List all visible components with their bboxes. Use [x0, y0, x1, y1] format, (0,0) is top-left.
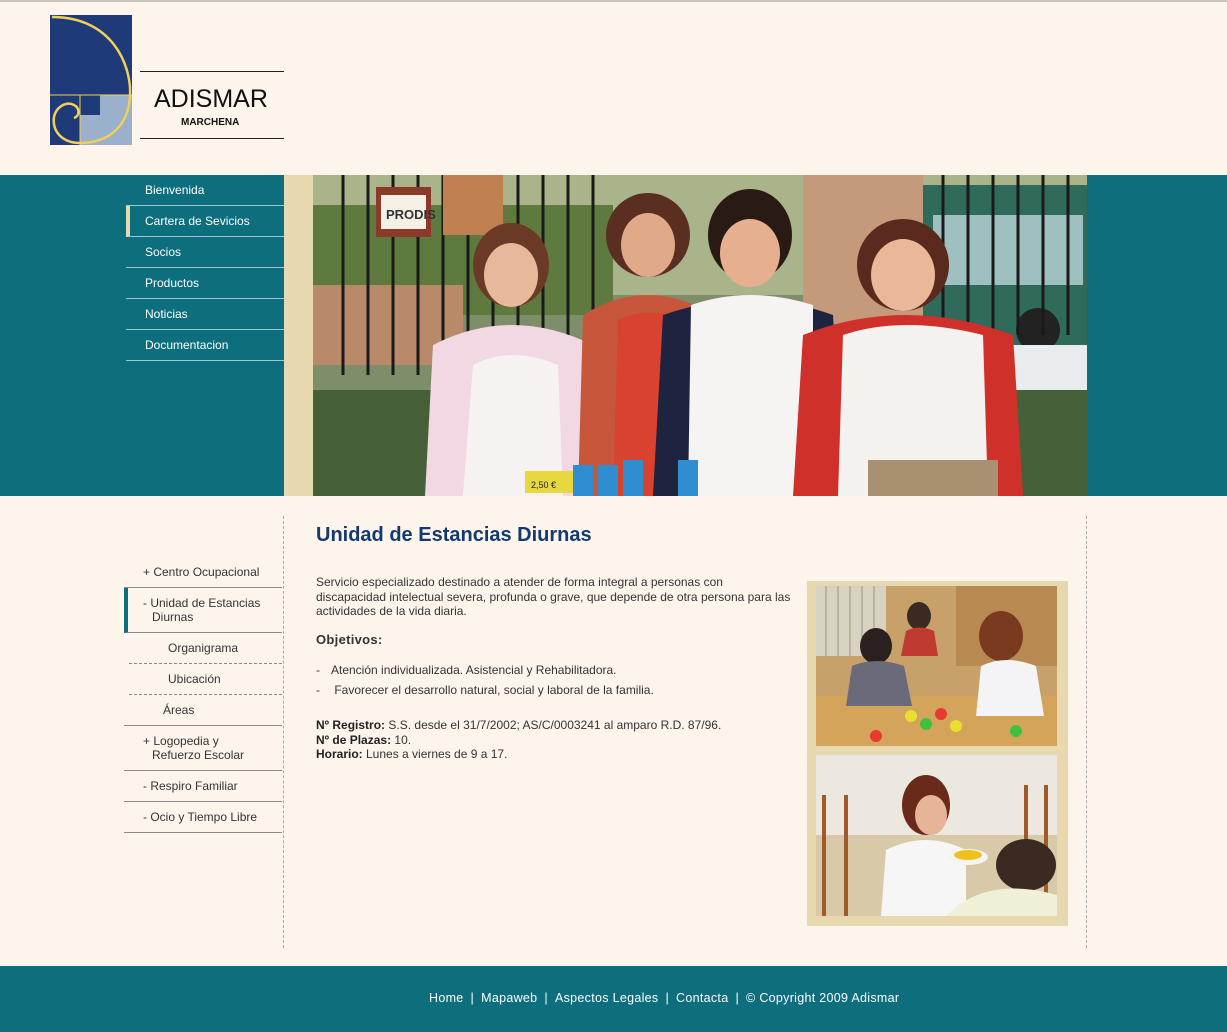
- plazas-row: Nº de Plazas: 10.: [316, 733, 721, 748]
- side-item-centro-ocupacional[interactable]: + Centro Ocupacional: [124, 557, 282, 588]
- nav-item-documentacion[interactable]: Documentacion: [126, 330, 284, 361]
- footer-separator: |: [544, 991, 548, 1005]
- side-item-label: - Unidad de Estancias: [143, 596, 261, 610]
- footer-separator: |: [735, 991, 740, 1005]
- footer-link-aspectos-legales[interactable]: Aspectos Legales: [555, 991, 658, 1005]
- banner-accent-strip: [284, 175, 313, 496]
- objective-text: Atención individualizada. Asistencial y …: [331, 663, 617, 677]
- plazas-value: 10.: [391, 732, 412, 747]
- side-item-unidad-estancias[interactable]: - Unidad de Estancias Diurnas: [124, 588, 282, 633]
- footer-link-mapaweb[interactable]: Mapaweb: [481, 991, 537, 1005]
- registro-label: Nº Registro:: [316, 718, 386, 732]
- nav-item-productos[interactable]: Productos: [126, 268, 284, 299]
- activity-photo-illustration: [816, 755, 1057, 916]
- footer-separator: |: [665, 991, 670, 1005]
- nav-item-noticias[interactable]: Noticias: [126, 299, 284, 330]
- objectives-heading: Objetivos:: [316, 632, 383, 647]
- horario-row: Horario: Lunes a viernes de 9 a 17.: [316, 747, 721, 762]
- footer-separator: |: [470, 991, 475, 1005]
- golden-spiral-logo-icon: [50, 15, 132, 145]
- plazas-label: Nº de Plazas:: [316, 732, 392, 747]
- photo-frame: [807, 581, 1068, 926]
- nav-item-bienvenida[interactable]: Bienvenida: [126, 175, 284, 206]
- side-item-respiro-familiar[interactable]: - Respiro Familiar: [124, 771, 282, 802]
- content-divider-left: [283, 516, 284, 948]
- nav-item-cartera[interactable]: Cartera de Sevicios: [126, 206, 284, 237]
- nav-item-socios[interactable]: Socios: [126, 237, 284, 268]
- logo-rule-top: [140, 71, 284, 72]
- horario-value: Lunes a viernes de 9 a 17.: [362, 747, 508, 761]
- registro-row: Nº Registro: S.S. desde el 31/7/2002; AS…: [316, 718, 721, 733]
- footer-link-home[interactable]: Home: [429, 991, 464, 1005]
- logo-subtitle: MARCHENA: [181, 117, 240, 128]
- page-title: Unidad de Estancias Diurnas: [316, 524, 592, 546]
- side-item-logopedia[interactable]: + Logopedia y Refuerzo Escolar: [124, 726, 282, 771]
- objective-text: Favorecer el desarrollo natural, social …: [331, 683, 654, 697]
- side-subitem-areas[interactable]: Áreas: [124, 695, 282, 726]
- footer: Home | Mapaweb | Aspectos Legales | Contacta | ©…: [0, 966, 1227, 1032]
- list-item: - Favorecer el desarrollo natural, socia…: [316, 683, 654, 697]
- side-item-ocio-tiempo-libre[interactable]: - Ocio y Tiempo Libre: [124, 802, 282, 833]
- side-subitem-organigrama[interactable]: Organigrama: [129, 633, 282, 664]
- side-item-label-line2: Diurnas: [152, 610, 194, 624]
- side-subitem-ubicacion[interactable]: Ubicación: [129, 664, 282, 695]
- side-item-label-line2: Refuerzo Escolar: [152, 748, 245, 762]
- banner-sign-text: PRODIS: [386, 207, 436, 222]
- footer-links: Home | Mapaweb | Aspectos Legales | Contacta | ©…: [429, 991, 899, 1005]
- main-nav: Bienvenida Cartera de Sevicios Socios Pr…: [126, 175, 284, 361]
- banner: Bienvenida Cartera de Sevicios Socios Pr…: [0, 175, 1227, 496]
- objectives-list: - Atención individualizada. Asistencial y…: [316, 663, 654, 703]
- banner-price-tag: 2,50 €: [531, 480, 556, 490]
- footer-link-contacta[interactable]: Contacta: [676, 991, 728, 1005]
- logo-rule-bottom: [140, 138, 284, 139]
- list-item: - Atención individualizada. Asistencial y…: [316, 663, 617, 677]
- registro-value: S.S. desde el 31/7/2002; AS/C/0003241 al…: [385, 718, 722, 732]
- activity-photo-illustration: [816, 586, 1057, 746]
- service-info: Nº Registro: S.S. desde el 31/7/2002; AS…: [316, 718, 721, 762]
- activity-photo-1: [816, 586, 1057, 746]
- side-item-label: + Logopedia y: [143, 734, 219, 748]
- logo-name: ADISMAR: [154, 85, 268, 113]
- banner-photo-illustration: PRODIS 2,50 €: [313, 175, 1087, 496]
- activity-photo-2: [816, 755, 1057, 916]
- intro-paragraph: Servicio especializado destinado a atend…: [316, 575, 791, 618]
- content-divider-right: [1086, 516, 1087, 948]
- top-border: [0, 0, 1227, 2]
- horario-label: Horario:: [316, 747, 363, 761]
- banner-photo: PRODIS 2,50 €: [313, 175, 1087, 496]
- section-nav: + Centro Ocupacional - Unidad de Estanci…: [124, 557, 282, 833]
- footer-copyright: © Copyright 2009 Adismar: [746, 991, 900, 1005]
- site-logo[interactable]: ADISMAR MARCHENA: [50, 15, 290, 147]
